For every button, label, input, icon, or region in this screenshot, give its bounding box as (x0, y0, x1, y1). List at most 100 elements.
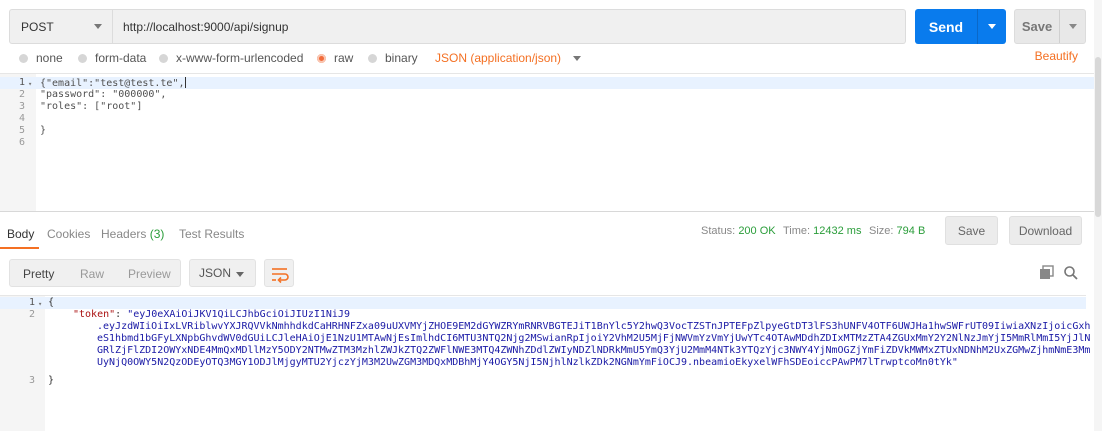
line-number: 5 (18, 125, 25, 136)
tab-body[interactable]: Body (7, 227, 34, 241)
code-line: 1 ▾ {"email":"test@test.te", (0, 77, 1094, 89)
body-option-label: form-data (95, 51, 147, 65)
code-line-wrap: eS1hbmd1bGFyLXNpbGhvdWV0dGUiLCJleHAiOjE1… (0, 333, 1090, 345)
tab-headers[interactable]: Headers (3) (101, 227, 164, 241)
status-label: Status: (701, 225, 736, 237)
code-text: "password": "000000", (40, 89, 167, 100)
format-value: JSON (199, 266, 232, 280)
code-text: "roles": ["root"] (40, 101, 143, 112)
radio-icon (78, 53, 87, 63)
view-raw[interactable]: Raw (80, 267, 104, 281)
copy-icon[interactable] (1039, 265, 1055, 281)
size-value: 794 B (896, 225, 926, 237)
json-string: GRlZjFlZDI2OWYxNDE4MmQxMDllMzY5ODY2NTMwZ… (97, 345, 1091, 356)
search-icon[interactable] (1063, 265, 1079, 281)
wrap-lines-icon (272, 268, 289, 284)
send-button-label: Send (928, 18, 964, 35)
code-line: 4 (0, 113, 1094, 125)
radio-icon (159, 53, 168, 63)
url-input[interactable] (113, 9, 906, 44)
json-key: "token" (73, 309, 116, 320)
line-number: 1 (18, 77, 25, 88)
body-option-urlencoded[interactable]: x-www-form-urlencoded (159, 51, 303, 65)
body-option-label: x-www-form-urlencoded (176, 51, 304, 65)
time-label: Time: (783, 225, 811, 237)
tab-headers-label: Headers (101, 227, 147, 241)
radio-icon (368, 53, 377, 63)
line-number: 1 (28, 297, 35, 308)
line-number: 4 (18, 113, 25, 124)
send-button[interactable]: Send (915, 9, 1006, 44)
line-number: 3 (28, 375, 35, 386)
body-option-label: binary (385, 51, 418, 65)
status-value: 200 OK (738, 225, 776, 237)
format-select[interactable]: JSON (189, 259, 256, 287)
download-button[interactable]: Download (1009, 216, 1082, 245)
chevron-down-icon (94, 24, 102, 29)
body-option-raw[interactable]: raw (317, 51, 353, 65)
beautify-link[interactable]: Beautify (1035, 49, 1078, 63)
text-cursor (184, 77, 186, 88)
time-value: 12432 ms (813, 225, 862, 237)
save-request-button[interactable]: Save (1014, 9, 1086, 44)
line-number: 6 (18, 137, 25, 148)
code-line: 3 } (0, 375, 1086, 387)
radio-icon (19, 53, 28, 63)
json-string: "eyJ0eXAiOiJKV1QiLCJhbGciOiJIUzI1NiJ9 (127, 309, 350, 320)
line-number: 2 (18, 89, 25, 100)
body-option-form-data[interactable]: form-data (78, 51, 146, 65)
code-text: } (48, 375, 55, 386)
body-option-binary[interactable]: binary (368, 51, 418, 65)
code-line: 2 "token": "eyJ0eXAiOiJKV1QiLCJhbGciOiJI… (0, 309, 1086, 321)
code-line: 6 (0, 137, 1094, 149)
body-type-options: none form-data x-www-form-urlencoded raw… (0, 49, 1090, 69)
code-text: { (48, 297, 55, 308)
content-type-label: JSON (application/json) (435, 51, 562, 65)
code-line-wrap: .eyJzdWIiOiIxLVRiblwvYXJRQVVkNmhhdkdCaHR… (0, 321, 1090, 333)
download-label: Download (1018, 223, 1073, 238)
code-text: } (40, 125, 47, 136)
request-body-editor[interactable]: 1 ▾ {"email":"test@test.te", 2 "password… (0, 73, 1094, 212)
line-number: 3 (18, 101, 25, 112)
response-status: Status: 200 OK (701, 225, 776, 237)
chevron-down-icon (573, 55, 582, 61)
code-text: "token": "eyJ0eXAiOiJKV1QiLCJhbGciOiJIUz… (73, 309, 350, 320)
body-option-label: none (36, 51, 63, 65)
code-line: 5 } (0, 125, 1094, 137)
body-option-none[interactable]: none (19, 51, 63, 65)
response-size: Size: 794 B (869, 225, 925, 237)
tab-test-results[interactable]: Test Results (179, 227, 244, 241)
code-line: 2 "password": "000000", (0, 89, 1094, 101)
content-type-select[interactable]: JSON (application/json) (435, 51, 582, 65)
response-body-viewer[interactable]: 1 ▾ { 2 "token": "eyJ0eXAiOiJKV1QiLCJhbG… (0, 295, 1090, 431)
code-line: 1 ▾ { (0, 297, 1086, 309)
code-line-wrap: UyNjQ0OWY5N2QzODEyOTQ3MGY1ODJlMjgyMTU2Yj… (0, 357, 1086, 369)
scrollbar-thumb[interactable] (1095, 57, 1101, 217)
request-bar: POST Send Save (0, 0, 1102, 52)
view-mode-switch: Pretty Raw Preview (9, 259, 181, 287)
method-select[interactable]: POST (9, 9, 113, 44)
chevron-down-icon (236, 272, 244, 277)
headers-count-badge: (3) (149, 227, 165, 241)
code-line: 3 "roles": ["root"] (0, 101, 1094, 113)
size-label: Size: (869, 225, 894, 237)
code-line-wrap: GRlZjFlZDI2OWYxNDE4MmQxMDllMzY5ODY2NTMwZ… (0, 345, 1090, 357)
response-toolbar: Pretty Raw Preview JSON (0, 258, 1102, 288)
response-time: Time: 12432 ms (783, 225, 861, 237)
view-pretty[interactable]: Pretty (23, 267, 54, 281)
json-string: UyNjQ0OWY5N2QzODEyOTQ3MGY1ODJlMjgyMTU2Yj… (97, 357, 958, 368)
vertical-scrollbar[interactable] (1094, 0, 1102, 431)
response-tabs: Body Cookies Headers (3) Test Results St… (0, 216, 1102, 249)
radio-selected-icon (317, 53, 326, 63)
save-options-chevron-icon[interactable] (1060, 10, 1085, 43)
view-preview[interactable]: Preview (128, 267, 171, 281)
send-options-chevron-icon[interactable] (978, 9, 1006, 44)
save-request-label: Save (1021, 19, 1053, 34)
save-response-button[interactable]: Save (945, 216, 998, 245)
save-response-label: Save (957, 223, 986, 238)
json-string: eS1hbmd1bGFyLXNpbGhvdWV0dGUiLCJleHAiOjE1… (97, 333, 1091, 344)
body-option-label: raw (334, 51, 354, 65)
tab-cookies[interactable]: Cookies (47, 227, 90, 241)
wrap-lines-button[interactable] (264, 259, 294, 287)
line-number: 2 (28, 309, 35, 320)
